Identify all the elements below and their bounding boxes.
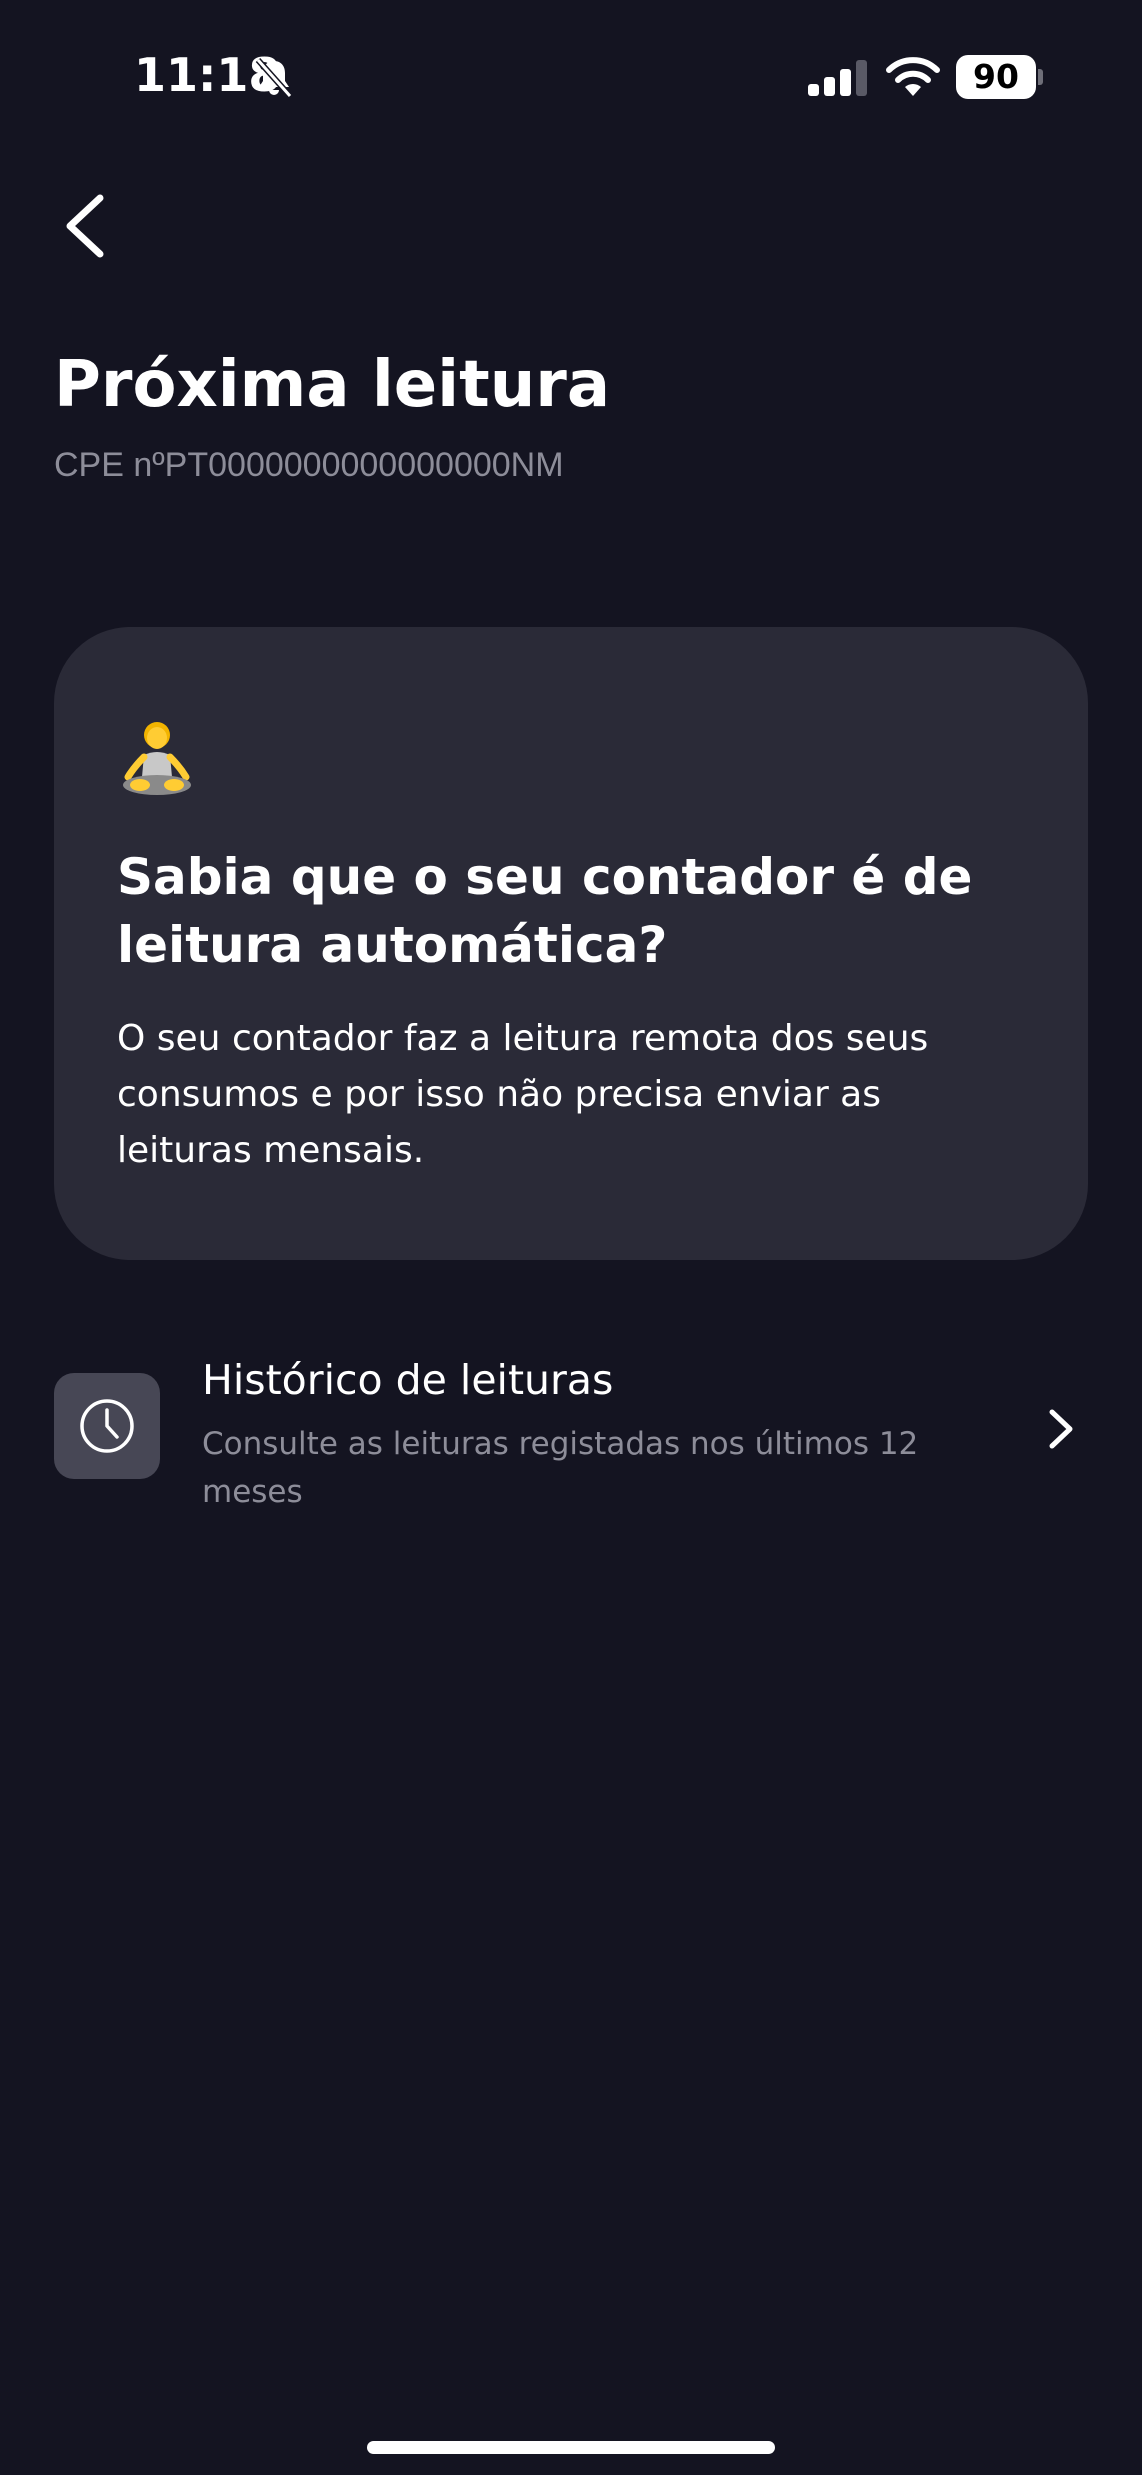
wifi-icon — [886, 57, 940, 96]
bell-slash-icon — [255, 58, 293, 98]
back-button[interactable] — [54, 186, 124, 266]
signal-icon — [808, 60, 867, 96]
chevron-right-icon — [1049, 1409, 1073, 1449]
battery-level: 90 — [956, 55, 1036, 99]
meditation-icon — [123, 722, 191, 795]
battery-icon: 90 — [956, 55, 1043, 99]
info-card-body: O seu contador faz a leitura remota dos … — [117, 1018, 929, 1171]
history-icon-box — [54, 1373, 160, 1479]
cpe-number: CPE nºPT0000000000000000NM — [54, 446, 564, 484]
reading-history-item[interactable]: Histórico de leituras Consulte as leitur… — [54, 1340, 1088, 1520]
page-title: Próxima leitura — [54, 348, 610, 422]
history-description: Consulte as leituras registadas nos últi… — [202, 1426, 919, 1510]
info-card-title: Sabia que o seu contador é de leitura au… — [117, 848, 973, 974]
battery-tip — [1038, 69, 1043, 85]
history-title: Histórico de leituras — [202, 1356, 614, 1404]
info-card: Sabia que o seu contador é de leitura au… — [54, 627, 1088, 1260]
home-indicator — [367, 2441, 775, 2454]
chevron-left-icon — [66, 194, 104, 258]
clock-icon — [80, 1399, 134, 1453]
status-bar: 11:18 90 — [0, 0, 1142, 150]
